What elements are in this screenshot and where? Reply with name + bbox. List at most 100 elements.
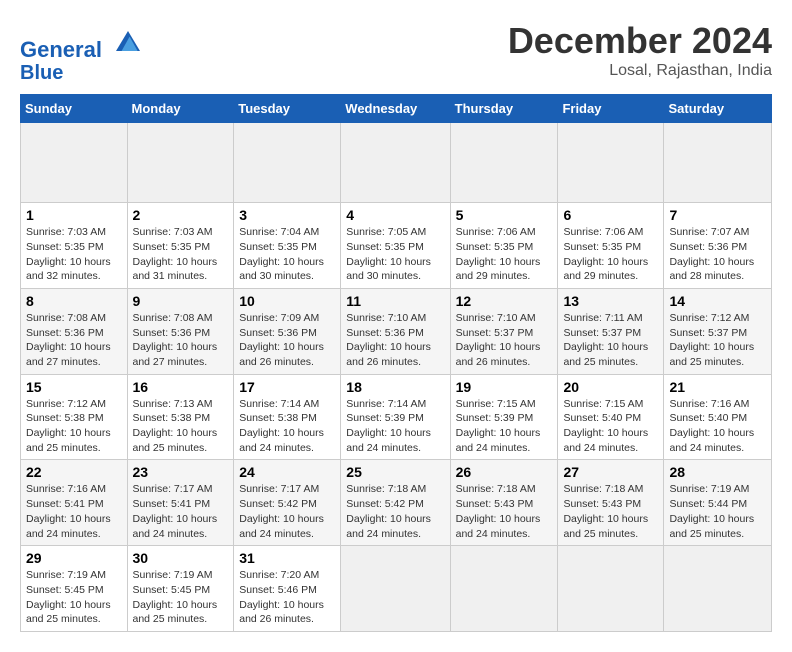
day-number: 5 xyxy=(456,207,553,223)
day-number: 30 xyxy=(133,550,229,566)
calendar-day-cell xyxy=(664,546,772,632)
col-tuesday: Tuesday xyxy=(234,95,341,123)
calendar-day-cell xyxy=(558,123,664,203)
day-number: 9 xyxy=(133,293,229,309)
calendar-day-cell: 21 Sunrise: 7:16 AMSunset: 5:40 PMDayligh… xyxy=(664,374,772,460)
calendar-day-cell: 28Sunrise: 7:19 AMSunset: 5:44 PMDayligh… xyxy=(664,460,772,546)
day-number: 12 xyxy=(456,293,553,309)
day-number: 4 xyxy=(346,207,444,223)
day-info: Sunrise: 7:05 AMSunset: 5:35 PMDaylight:… xyxy=(346,225,444,284)
day-info: Sunrise: 7:06 AMSunset: 5:35 PMDaylight:… xyxy=(456,225,553,284)
day-info: Sunrise: 7:03 AMSunset: 5:35 PMDaylight:… xyxy=(133,225,229,284)
day-info: Sunrise: 7:18 AMSunset: 5:43 PMDaylight:… xyxy=(456,482,553,541)
page-header: General Blue December 2024 Losal, Rajast… xyxy=(20,20,772,84)
day-number: 24 xyxy=(239,464,335,480)
calendar-day-cell xyxy=(664,123,772,203)
day-number: 17 xyxy=(239,379,335,395)
col-thursday: Thursday xyxy=(450,95,558,123)
calendar-day-cell: 12 Sunrise: 7:10 AMSunset: 5:37 PMDayligh… xyxy=(450,288,558,374)
logo-general: General xyxy=(20,37,102,62)
day-number: 3 xyxy=(239,207,335,223)
calendar-body: 1 Sunrise: 7:03 AMSunset: 5:35 PMDaylight… xyxy=(21,123,772,632)
calendar-day-cell: 31 Sunrise: 7:20 AMSunset: 5:46 PMDayligh… xyxy=(234,546,341,632)
day-info: Sunrise: 7:19 AMSunset: 5:45 PMDaylight:… xyxy=(26,568,122,627)
day-info: Sunrise: 7:17 AMSunset: 5:41 PMDaylight:… xyxy=(133,482,229,541)
day-info: Sunrise: 7:19 AMSunset: 5:44 PMDaylight:… xyxy=(669,482,766,541)
day-info: Sunrise: 7:04 AMSunset: 5:35 PMDaylight:… xyxy=(239,225,335,284)
day-info: Sunrise: 7:14 AMSunset: 5:39 PMDaylight:… xyxy=(346,397,444,456)
day-info: Sunrise: 7:16 AMSunset: 5:41 PMDaylight:… xyxy=(26,482,122,541)
day-info: Sunrise: 7:07 AMSunset: 5:36 PMDaylight:… xyxy=(669,225,766,284)
day-info: Sunrise: 7:11 AMSunset: 5:37 PMDaylight:… xyxy=(563,311,658,370)
day-number: 26 xyxy=(456,464,553,480)
calendar-day-cell xyxy=(127,123,234,203)
calendar-day-cell: 30 Sunrise: 7:19 AMSunset: 5:45 PMDayligh… xyxy=(127,546,234,632)
calendar-day-cell: 10 Sunrise: 7:09 AMSunset: 5:36 PMDayligh… xyxy=(234,288,341,374)
day-number: 27 xyxy=(563,464,658,480)
location-subtitle: Losal, Rajasthan, India xyxy=(508,62,772,80)
title-block: December 2024 Losal, Rajasthan, India xyxy=(508,20,772,80)
day-info: Sunrise: 7:18 AMSunset: 5:43 PMDaylight:… xyxy=(563,482,658,541)
calendar-day-cell: 4 Sunrise: 7:05 AMSunset: 5:35 PMDaylight… xyxy=(341,203,450,289)
day-number: 6 xyxy=(563,207,658,223)
day-number: 7 xyxy=(669,207,766,223)
day-info: Sunrise: 7:19 AMSunset: 5:45 PMDaylight:… xyxy=(133,568,229,627)
col-wednesday: Wednesday xyxy=(341,95,450,123)
day-info: Sunrise: 7:17 AMSunset: 5:42 PMDaylight:… xyxy=(239,482,335,541)
day-number: 1 xyxy=(26,207,122,223)
day-number: 29 xyxy=(26,550,122,566)
day-number: 8 xyxy=(26,293,122,309)
day-info: Sunrise: 7:08 AMSunset: 5:36 PMDaylight:… xyxy=(26,311,122,370)
calendar-day-cell: 24 Sunrise: 7:17 AMSunset: 5:42 PMDayligh… xyxy=(234,460,341,546)
day-info: Sunrise: 7:16 AMSunset: 5:40 PMDaylight:… xyxy=(669,397,766,456)
day-info: Sunrise: 7:12 AMSunset: 5:37 PMDaylight:… xyxy=(669,311,766,370)
day-number: 18 xyxy=(346,379,444,395)
day-number: 21 xyxy=(669,379,766,395)
day-number: 22 xyxy=(26,464,122,480)
calendar-week-row xyxy=(21,123,772,203)
day-number: 23 xyxy=(133,464,229,480)
day-info: Sunrise: 7:20 AMSunset: 5:46 PMDaylight:… xyxy=(239,568,335,627)
calendar-day-cell: 25Sunrise: 7:18 AMSunset: 5:42 PMDayligh… xyxy=(341,460,450,546)
day-number: 16 xyxy=(133,379,229,395)
day-info: Sunrise: 7:10 AMSunset: 5:36 PMDaylight:… xyxy=(346,311,444,370)
day-info: Sunrise: 7:13 AMSunset: 5:38 PMDaylight:… xyxy=(133,397,229,456)
calendar-week-row: 22 Sunrise: 7:16 AMSunset: 5:41 PMDayligh… xyxy=(21,460,772,546)
calendar-day-cell: 26 Sunrise: 7:18 AMSunset: 5:43 PMDayligh… xyxy=(450,460,558,546)
month-year-title: December 2024 xyxy=(508,20,772,62)
calendar-day-cell: 14Sunrise: 7:12 AMSunset: 5:37 PMDayligh… xyxy=(664,288,772,374)
day-number: 10 xyxy=(239,293,335,309)
day-number: 2 xyxy=(133,207,229,223)
calendar-day-cell: 18 Sunrise: 7:14 AMSunset: 5:39 PMDayligh… xyxy=(341,374,450,460)
calendar-day-cell: 9Sunrise: 7:08 AMSunset: 5:36 PMDaylight… xyxy=(127,288,234,374)
calendar-day-cell xyxy=(21,123,128,203)
calendar-week-row: 29 Sunrise: 7:19 AMSunset: 5:45 PMDayligh… xyxy=(21,546,772,632)
day-info: Sunrise: 7:10 AMSunset: 5:37 PMDaylight:… xyxy=(456,311,553,370)
day-info: Sunrise: 7:09 AMSunset: 5:36 PMDaylight:… xyxy=(239,311,335,370)
calendar-day-cell: 13 Sunrise: 7:11 AMSunset: 5:37 PMDayligh… xyxy=(558,288,664,374)
calendar-day-cell: 27 Sunrise: 7:18 AMSunset: 5:43 PMDayligh… xyxy=(558,460,664,546)
calendar-day-cell: 22 Sunrise: 7:16 AMSunset: 5:41 PMDayligh… xyxy=(21,460,128,546)
day-number: 31 xyxy=(239,550,335,566)
calendar-day-cell: 3 Sunrise: 7:04 AMSunset: 5:35 PMDaylight… xyxy=(234,203,341,289)
col-friday: Friday xyxy=(558,95,664,123)
calendar-day-cell: 1 Sunrise: 7:03 AMSunset: 5:35 PMDaylight… xyxy=(21,203,128,289)
calendar-day-cell: 15Sunrise: 7:12 AMSunset: 5:38 PMDayligh… xyxy=(21,374,128,460)
logo-text: General xyxy=(20,25,144,62)
calendar-day-cell: 19Sunrise: 7:15 AMSunset: 5:39 PMDayligh… xyxy=(450,374,558,460)
calendar-day-cell xyxy=(234,123,341,203)
calendar-day-cell: 6Sunrise: 7:06 AMSunset: 5:35 PMDaylight… xyxy=(558,203,664,289)
day-info: Sunrise: 7:03 AMSunset: 5:35 PMDaylight:… xyxy=(26,225,122,284)
col-monday: Monday xyxy=(127,95,234,123)
calendar-day-cell: 16 Sunrise: 7:13 AMSunset: 5:38 PMDayligh… xyxy=(127,374,234,460)
day-number: 15 xyxy=(26,379,122,395)
calendar-day-cell: 23 Sunrise: 7:17 AMSunset: 5:41 PMDayligh… xyxy=(127,460,234,546)
calendar-day-cell: 20Sunrise: 7:15 AMSunset: 5:40 PMDayligh… xyxy=(558,374,664,460)
calendar-day-cell xyxy=(450,123,558,203)
calendar-week-row: 15Sunrise: 7:12 AMSunset: 5:38 PMDayligh… xyxy=(21,374,772,460)
logo-blue: Blue xyxy=(20,62,144,84)
day-info: Sunrise: 7:14 AMSunset: 5:38 PMDaylight:… xyxy=(239,397,335,456)
calendar-day-cell: 29 Sunrise: 7:19 AMSunset: 5:45 PMDayligh… xyxy=(21,546,128,632)
day-number: 13 xyxy=(563,293,658,309)
calendar-day-cell: 5 Sunrise: 7:06 AMSunset: 5:35 PMDaylight… xyxy=(450,203,558,289)
